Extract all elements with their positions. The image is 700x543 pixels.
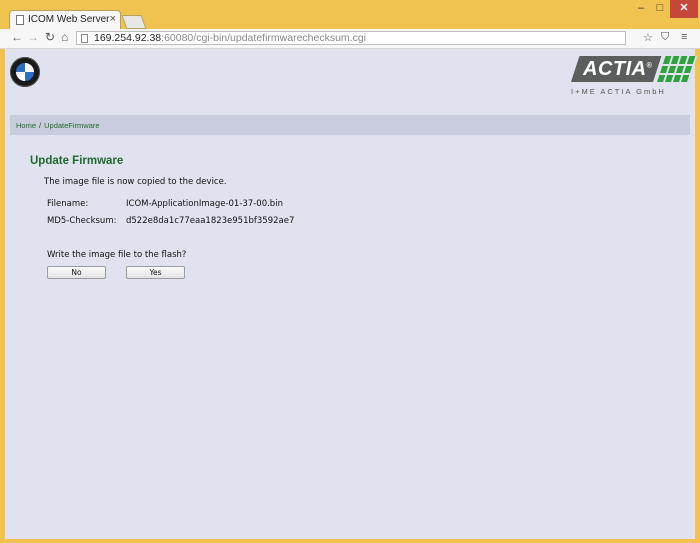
browser-tab[interactable]: ICOM Web Server - × [9, 10, 121, 29]
tab-title: ICOM Web Server - [28, 14, 110, 25]
breadcrumb-bar: Home / UpdateFirmware [10, 115, 690, 135]
home-icon[interactable]: ⌂ [61, 30, 68, 44]
address-bar[interactable]: 169.254.92.38:60080/cgi-bin/updatefirmwa… [76, 31, 626, 45]
page-icon [81, 34, 88, 43]
bookmark-star-icon[interactable]: ☆ [643, 31, 653, 44]
shield-icon[interactable]: ⛉ [661, 31, 669, 44]
title-bar: ICOM Web Server - × – □ ✕ [0, 0, 700, 29]
filename-value: ICOM-ApplicationImage-01-37-00.bin [126, 199, 283, 209]
actia-subtitle: I+ME ACTIA GmbH [571, 87, 666, 96]
checksum-value: d522e8da1c77eaa1823e951bf3592ae7 [126, 216, 295, 226]
bmw-logo [10, 57, 40, 87]
actia-brand: ACTIA® [583, 58, 653, 80]
forward-icon[interactable]: → [27, 30, 39, 44]
breadcrumb-home-link[interactable]: Home [16, 121, 36, 130]
url-text: 169.254.92.38:60080/cgi-bin/updatefirmwa… [94, 32, 367, 44]
status-message: The image file is now copied to the devi… [44, 177, 227, 187]
document-icon [16, 15, 24, 25]
yes-button[interactable]: Yes [126, 266, 185, 279]
checksum-label: MD5-Checksum: [47, 216, 117, 226]
back-icon[interactable]: ← [11, 30, 23, 44]
no-button[interactable]: No [47, 266, 106, 279]
page-title: Update Firmware [30, 155, 124, 167]
menu-icon[interactable]: ≡ [681, 31, 687, 43]
filename-label: Filename: [47, 199, 89, 209]
maximize-button[interactable]: □ [651, 0, 669, 18]
page-viewport: ACTIA® I+ME ACTIA GmbH Home / UpdateFirmwa… [5, 49, 698, 539]
close-window-button[interactable]: ✕ [670, 0, 698, 18]
breadcrumb: Home / UpdateFirmware [16, 121, 100, 130]
breadcrumb-current[interactable]: UpdateFirmware [44, 121, 99, 130]
tab-close-icon[interactable]: × [110, 13, 116, 25]
new-tab-button[interactable] [121, 15, 147, 29]
breadcrumb-separator: / [39, 121, 42, 130]
flash-question: Write the image file to the flash? [47, 250, 187, 260]
minimize-button[interactable]: – [632, 0, 650, 18]
browser-toolbar: ← → ↻ ⌂ 169.254.92.38:60080/cgi-bin/upda… [0, 29, 700, 49]
actia-logo: ACTIA® I+ME ACTIA GmbH [571, 56, 698, 96]
reload-icon[interactable]: ↻ [45, 30, 55, 44]
